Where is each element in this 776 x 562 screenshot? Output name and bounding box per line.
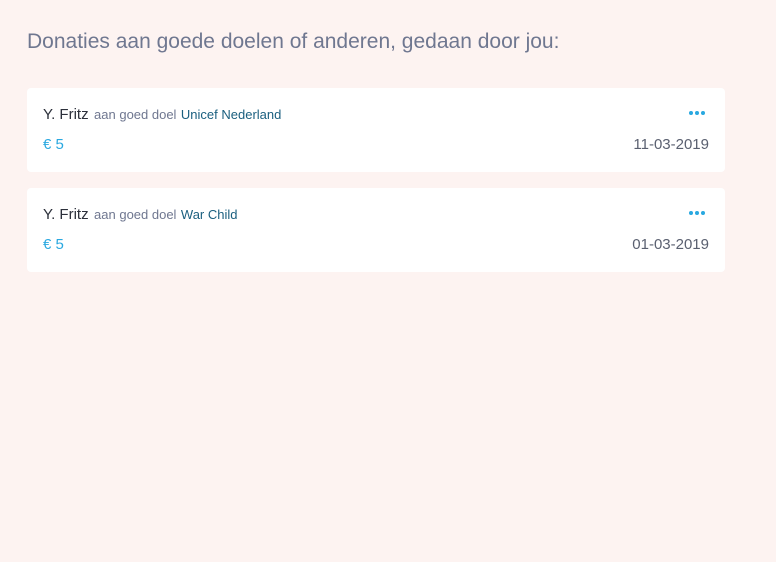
donation-amount: € 5: [43, 236, 64, 253]
donor-name: Y. Fritz: [43, 206, 89, 223]
more-options-button[interactable]: [687, 206, 707, 220]
cause-link[interactable]: War Child: [181, 207, 238, 222]
donation-connector-text: aan goed doel: [94, 107, 177, 122]
more-horizontal-icon: [689, 211, 705, 215]
donation-card: Y. Fritz aan goed doel Unicef Nederland …: [27, 88, 725, 172]
donor-name: Y. Fritz: [43, 106, 89, 123]
donation-list: Y. Fritz aan goed doel Unicef Nederland …: [27, 88, 725, 288]
donation-description: Y. Fritz aan goed doel War Child: [43, 205, 238, 225]
donation-amount: € 5: [43, 136, 64, 153]
donation-date: 11-03-2019: [633, 136, 709, 153]
page-title: Donaties aan goede doelen of anderen, ge…: [27, 30, 560, 53]
more-options-button[interactable]: [687, 106, 707, 120]
donation-card: Y. Fritz aan goed doel War Child € 5 01-…: [27, 188, 725, 272]
donation-connector-text: aan goed doel: [94, 207, 177, 222]
donation-description: Y. Fritz aan goed doel Unicef Nederland: [43, 105, 281, 125]
more-horizontal-icon: [689, 111, 705, 115]
cause-link[interactable]: Unicef Nederland: [181, 107, 281, 122]
donation-date: 01-03-2019: [632, 236, 709, 253]
